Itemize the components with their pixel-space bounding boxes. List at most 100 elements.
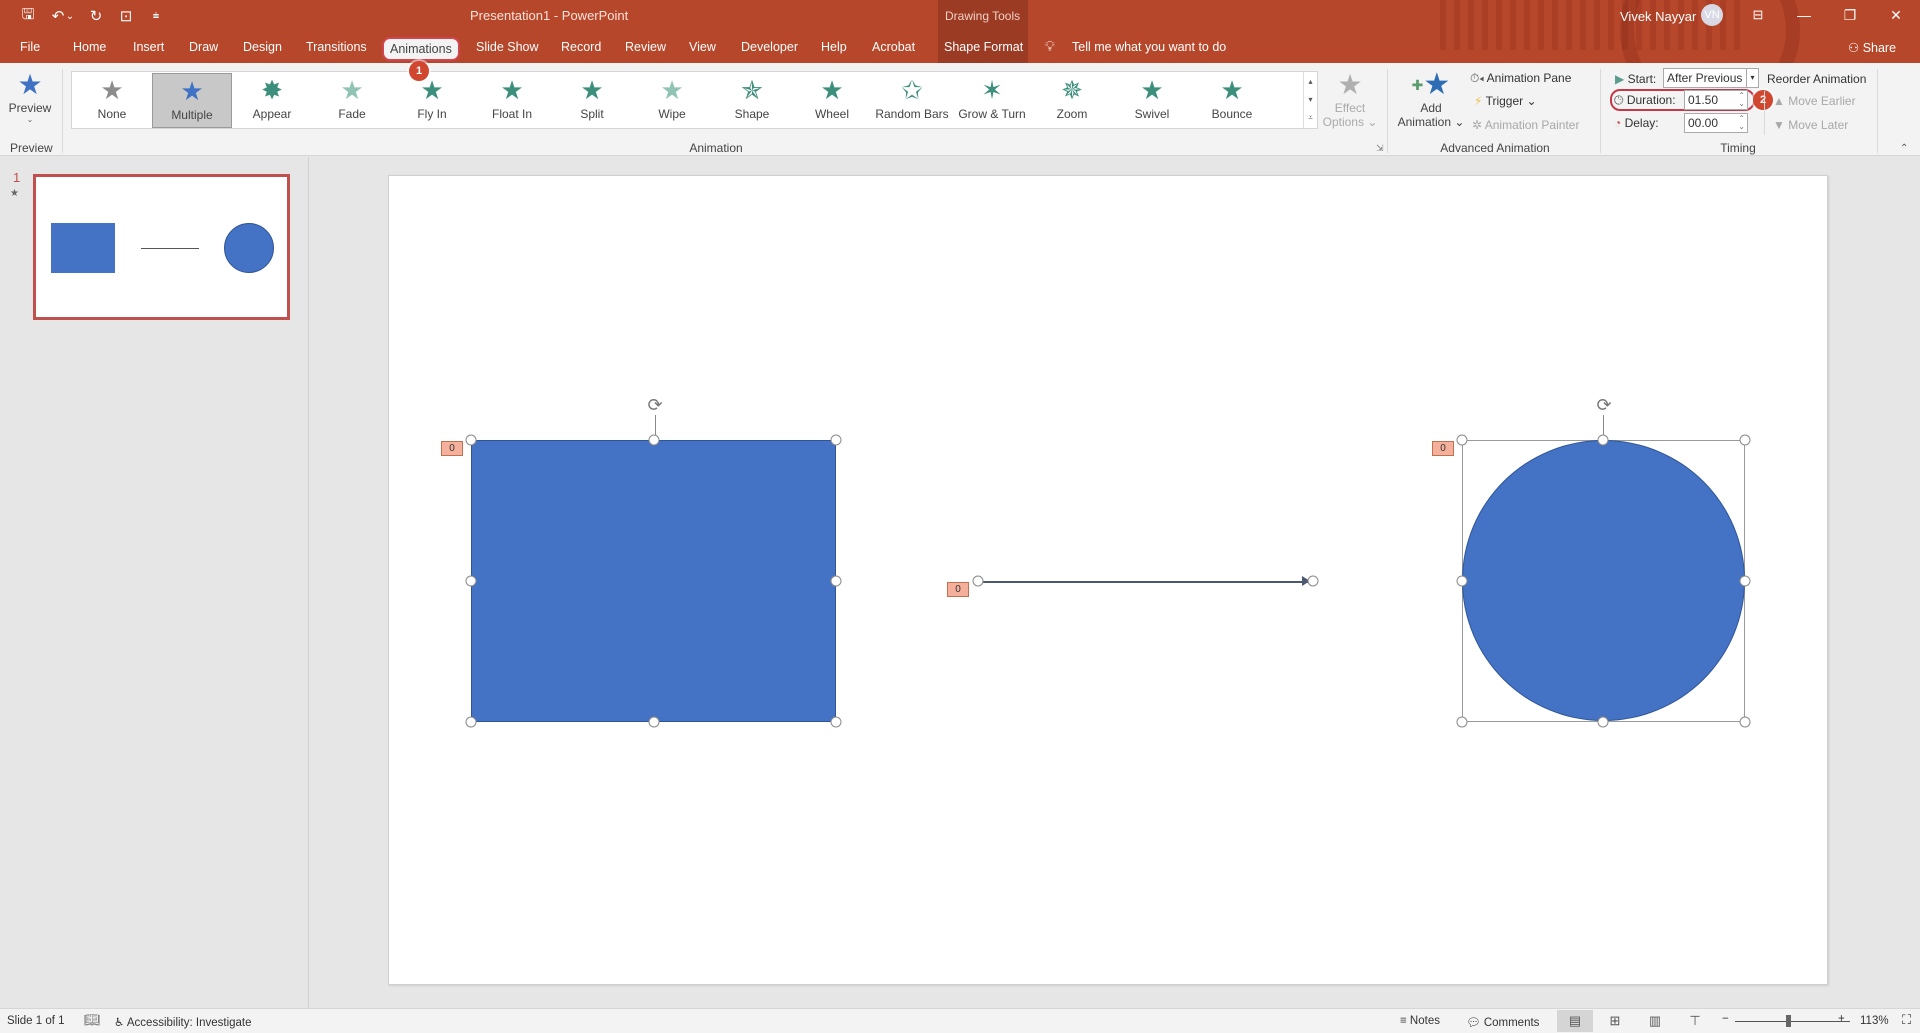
zoom-in-button[interactable]: + <box>1838 1013 1845 1025</box>
zoom-slider-thumb[interactable] <box>1786 1015 1791 1027</box>
trigger-button[interactable]: ⚡︎ Trigger ⌄ <box>1474 94 1537 108</box>
tab-transitions[interactable]: Transitions <box>306 40 367 54</box>
tab-review[interactable]: Review <box>625 40 666 54</box>
resize-handle[interactable] <box>1739 716 1751 728</box>
animation-effect-zoom[interactable]: ✵ Zoom <box>1032 73 1112 128</box>
circle-shape[interactable] <box>1462 440 1745 721</box>
fit-to-window-icon[interactable]: ⛶ <box>1902 1012 1911 1028</box>
effect-options-button[interactable]: ★ Effect Options ⌄ <box>1322 69 1378 129</box>
arrow-line-shape[interactable] <box>978 581 1313 583</box>
add-animation-button[interactable]: ✚★ Add Animation ⌄ <box>1394 69 1468 130</box>
animation-effect-none[interactable]: ★ None <box>72 73 152 128</box>
rotate-handle-icon[interactable]: ⟳ <box>644 394 666 416</box>
animation-effect-random-bars[interactable]: ✩ Random Bars <box>872 73 952 128</box>
tab-help[interactable]: Help <box>821 40 847 54</box>
resize-handle[interactable] <box>465 716 477 728</box>
tab-draw[interactable]: Draw <box>189 40 218 54</box>
customize-qat-icon[interactable]: ⩧ <box>144 6 168 26</box>
resize-handle[interactable] <box>1597 434 1609 446</box>
animation-effect-appear[interactable]: ✸ Appear <box>232 73 312 128</box>
tab-view[interactable]: View <box>689 40 716 54</box>
resize-handle[interactable] <box>1456 434 1468 446</box>
tab-record[interactable]: Record <box>561 40 601 54</box>
present-from-start-icon[interactable]: ⊡ <box>114 6 138 26</box>
resize-handle[interactable] <box>1456 575 1468 587</box>
animation-tag[interactable]: 0 <box>947 582 969 597</box>
start-dropdown[interactable]: After Previous ▾ <box>1663 68 1759 88</box>
animation-effect-shape[interactable]: ✯ Shape <box>712 73 792 128</box>
duration-input[interactable]: 01.50 ⌃ ⌄ <box>1684 90 1748 110</box>
resize-handle[interactable] <box>465 434 477 446</box>
animation-effect-multiple[interactable]: ★ Multiple <box>152 73 232 128</box>
resize-handle[interactable] <box>1739 434 1751 446</box>
animation-effect-swivel[interactable]: ★ Swivel <box>1112 73 1192 128</box>
gallery-scroll-up-icon[interactable]: ▴ <box>1308 77 1312 86</box>
resize-handle[interactable] <box>1456 716 1468 728</box>
delay-input[interactable]: 00.00 ⌃ ⌄ <box>1684 113 1748 133</box>
tab-slide-show[interactable]: Slide Show <box>476 40 539 54</box>
zoom-out-button[interactable]: − <box>1722 1013 1729 1025</box>
move-later-button[interactable]: ▼ Move Later <box>1773 118 1848 132</box>
undo-dropdown-icon[interactable]: ⌄ <box>64 6 76 26</box>
move-earlier-button[interactable]: ▲ Move Earlier <box>1773 94 1856 108</box>
delay-spinner[interactable]: ⌃ ⌄ <box>1738 115 1745 131</box>
slide-show-view-icon[interactable]: ⊤ <box>1677 1010 1713 1032</box>
tell-me-search[interactable]: Tell me what you want to do <box>1072 40 1226 54</box>
tab-design[interactable]: Design <box>243 40 282 54</box>
animation-effect-float-in[interactable]: ★ Float In <box>472 73 552 128</box>
resize-handle[interactable] <box>830 716 842 728</box>
avatar[interactable]: VN <box>1701 4 1723 26</box>
resize-handle[interactable] <box>465 575 477 587</box>
tab-file[interactable]: File <box>20 40 40 54</box>
chevron-down-icon[interactable]: ▾ <box>1746 69 1758 87</box>
animation-tag[interactable]: 0 <box>441 441 463 456</box>
comments-button[interactable]: 💬︎ Comments <box>1466 1015 1539 1029</box>
preview-button[interactable]: ★ Preview ⌄ <box>6 69 54 124</box>
gallery-scroll[interactable]: ▴ ▾ ⩡ <box>1303 72 1317 128</box>
dialog-launcher-icon[interactable]: ⇲ <box>1376 143 1384 154</box>
resize-handle[interactable] <box>648 716 660 728</box>
user-name[interactable]: Vivek Nayyar <box>1620 9 1696 24</box>
rectangle-shape[interactable] <box>471 440 836 722</box>
tab-animations[interactable]: Animations <box>382 37 460 61</box>
tab-acrobat[interactable]: Acrobat <box>872 40 915 54</box>
animation-effect-bounce[interactable]: ★ Bounce <box>1192 73 1272 128</box>
tab-insert[interactable]: Insert <box>133 40 164 54</box>
gallery-more-icon[interactable]: ⩡ <box>1308 113 1313 123</box>
duration-spinner[interactable]: ⌃ ⌄ <box>1738 92 1745 108</box>
line-start-handle[interactable] <box>972 575 984 587</box>
animation-effect-split[interactable]: ★ Split <box>552 73 632 128</box>
close-icon[interactable]: ✕ <box>1878 3 1914 27</box>
minimize-icon[interactable]: — <box>1786 3 1822 27</box>
slide-thumbnail-1[interactable] <box>33 174 290 320</box>
tab-shape-format[interactable]: Shape Format <box>944 40 1023 54</box>
resize-handle[interactable] <box>1597 716 1609 728</box>
animation-pane-button[interactable]: ⏱◂ Animation Pane <box>1470 71 1571 86</box>
animation-painter-button[interactable]: ✲ Animation Painter <box>1472 118 1579 132</box>
animation-tag[interactable]: 0 <box>1432 441 1454 456</box>
zoom-slider-track[interactable] <box>1735 1021 1850 1022</box>
animation-effect-fly-in[interactable]: ★ Fly In <box>392 73 472 128</box>
zoom-level[interactable]: 113% <box>1860 1015 1889 1027</box>
resize-handle[interactable] <box>648 434 660 446</box>
reading-view-icon[interactable]: ▥ <box>1637 1010 1673 1032</box>
save-icon[interactable]: 🖫 <box>16 6 40 26</box>
rotate-handle-icon[interactable]: ⟳ <box>1593 394 1615 416</box>
animation-effect-wipe[interactable]: ★ Wipe <box>632 73 712 128</box>
redo-icon[interactable]: ↻ <box>84 6 108 26</box>
resize-handle[interactable] <box>830 434 842 446</box>
spellcheck-icon[interactable]: 📖︎ <box>84 1012 101 1028</box>
share-button[interactable]: ⚇ Share <box>1848 40 1896 55</box>
restore-icon[interactable]: ❐ <box>1832 3 1868 27</box>
normal-view-icon[interactable]: ▤ <box>1557 1010 1593 1032</box>
ribbon-display-options-icon[interactable]: ⊟ <box>1740 3 1776 27</box>
animation-effect-grow-turn[interactable]: ✶ Grow & Turn <box>952 73 1032 128</box>
tab-developer[interactable]: Developer <box>741 40 798 54</box>
accessibility-button[interactable]: ♿︎ Accessibility: Investigate <box>114 1015 252 1029</box>
slide-sorter-icon[interactable]: ⊞ <box>1597 1010 1633 1032</box>
gallery-scroll-down-icon[interactable]: ▾ <box>1308 95 1312 104</box>
resize-handle[interactable] <box>830 575 842 587</box>
line-end-handle[interactable] <box>1307 575 1319 587</box>
collapse-ribbon-icon[interactable]: ⌃ <box>1900 143 1908 154</box>
animation-effect-fade[interactable]: ★ Fade <box>312 73 392 128</box>
